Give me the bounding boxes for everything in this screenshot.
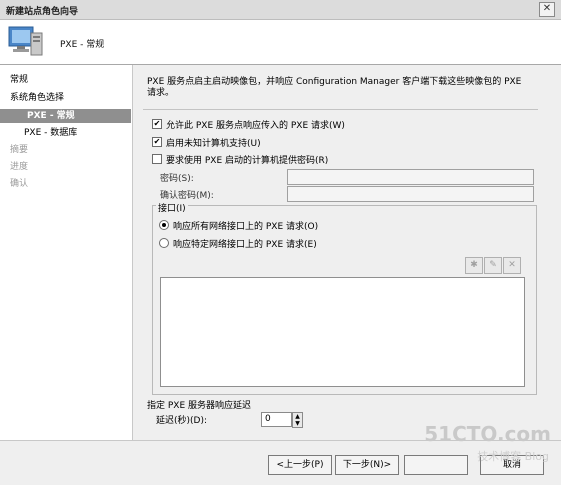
interface-list[interactable] bbox=[160, 277, 525, 387]
watermark-logo: 51CTO.com bbox=[424, 422, 551, 446]
unknown-computer-label: 启用未知计算机支持(U) bbox=[166, 139, 261, 149]
star-icon[interactable]: ✱ bbox=[465, 257, 483, 274]
specific-interfaces-radio[interactable] bbox=[159, 238, 169, 248]
password-label: 密码(S): bbox=[160, 174, 194, 184]
window-title: 新建站点角色向导 bbox=[6, 7, 79, 17]
wizard-header: PXE - 常规 bbox=[0, 20, 561, 65]
main-panel: PXE 服务点启主启动映像包，并响应 Configuration Manager… bbox=[132, 65, 561, 440]
confirm-password-field[interactable] bbox=[287, 186, 534, 202]
computer-icon bbox=[7, 24, 45, 60]
unknown-computer-checkbox[interactable]: ✔ bbox=[152, 137, 162, 147]
next-button[interactable]: 下一步(N)> bbox=[335, 455, 399, 475]
all-interfaces-radio[interactable] bbox=[159, 220, 169, 230]
nav-item-general: 常规 bbox=[10, 75, 29, 85]
delay-label: 延迟(秒)(D): bbox=[156, 416, 208, 426]
nav-item-pxe-database: PXE - 数据库 bbox=[24, 128, 78, 138]
page-title: PXE - 常规 bbox=[60, 40, 105, 50]
edit-icon[interactable]: ✎ bbox=[484, 257, 502, 274]
title-bar: 新建站点角色向导 ✕ bbox=[0, 0, 561, 20]
delay-stepper[interactable]: ▲ ▼ bbox=[292, 412, 303, 428]
watermark-subtitle: 技术博客 Blog bbox=[477, 450, 549, 463]
nav-item-pxe-general: PXE - 常规 bbox=[0, 109, 131, 123]
require-password-checkbox[interactable] bbox=[152, 154, 162, 164]
nav-item-role-selection: 系统角色选择 bbox=[10, 93, 65, 103]
delay-section-label: 指定 PXE 服务器响应延迟 bbox=[147, 401, 252, 411]
delay-input[interactable]: 0 bbox=[261, 412, 292, 427]
interface-group-label: 接口(I) bbox=[156, 201, 188, 214]
nav-item-summary: 摘要 bbox=[10, 145, 29, 155]
delete-icon[interactable]: ✕ bbox=[503, 257, 521, 274]
finish-button bbox=[404, 455, 468, 475]
require-password-label: 要求使用 PXE 启动的计算机提供密码(R) bbox=[166, 156, 329, 166]
divider bbox=[143, 109, 538, 110]
allow-pxe-checkbox[interactable]: ✔ bbox=[152, 119, 162, 129]
all-interfaces-label: 响应所有网络接口上的 PXE 请求(O) bbox=[173, 222, 319, 232]
nav-item-confirmation: 确认 bbox=[10, 179, 29, 189]
close-button[interactable]: ✕ bbox=[539, 2, 555, 17]
nav-item-label: PXE - 常规 bbox=[27, 111, 75, 121]
specific-interfaces-label: 响应特定网络接口上的 PXE 请求(E) bbox=[173, 240, 317, 250]
prev-button[interactable]: <上一步(P) bbox=[268, 455, 332, 475]
nav-item-progress: 进度 bbox=[10, 162, 29, 172]
wizard-nav: 常规 系统角色选择 PXE - 常规 PXE - 数据库 摘要 进度 确认 bbox=[0, 65, 131, 440]
password-field[interactable] bbox=[287, 169, 534, 185]
description-text: PXE 服务点启主启动映像包，并响应 Configuration Manager… bbox=[147, 77, 522, 87]
description-text-2: 请求。 bbox=[147, 88, 175, 98]
allow-pxe-label: 允许此 PXE 服务点响应传入的 PXE 请求(W) bbox=[166, 121, 345, 131]
confirm-password-label: 确认密码(M): bbox=[160, 191, 214, 201]
